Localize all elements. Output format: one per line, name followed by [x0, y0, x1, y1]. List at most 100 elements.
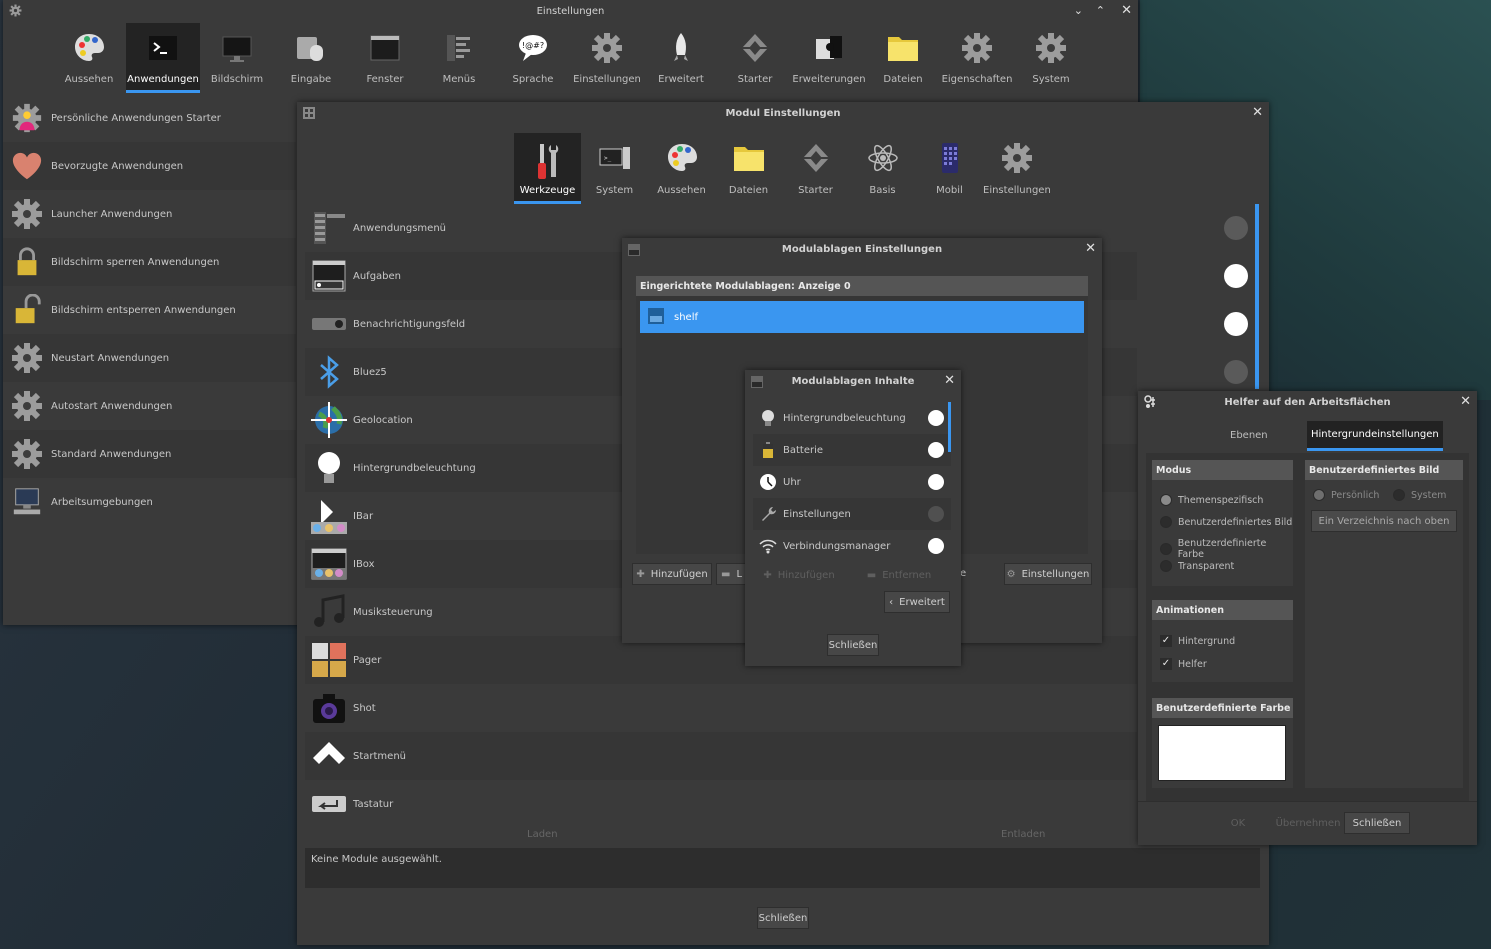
content-item[interactable]: Einstellungen — [753, 498, 951, 530]
list-item[interactable]: Bildschirm entsperren Anwendungen — [3, 286, 296, 334]
toolbar-button-eigenschaften[interactable]: Eigenschaften — [940, 23, 1014, 93]
shelf-settings-button[interactable]: ⚙ Einstellungen — [1004, 563, 1092, 585]
content-toggle[interactable] — [928, 474, 944, 490]
close-icon[interactable]: ✕ — [1085, 242, 1096, 256]
content-item[interactable]: Batterie — [753, 434, 951, 466]
tab-ebenen[interactable]: Ebenen — [1230, 430, 1268, 441]
gear-icon — [3, 197, 51, 231]
toolbar-button-einstellungen[interactable]: Einstellungen — [570, 23, 644, 93]
modus-panel: Modus Themenspezifisch Benutzerdefiniert… — [1152, 460, 1293, 586]
close-icon[interactable]: ✕ — [1252, 106, 1263, 120]
list-item[interactable]: Persönliche Anwendungen Starter — [3, 94, 296, 142]
settings-titlebar[interactable]: Einstellungen ⌄ ⌃ ✕ — [3, 0, 1138, 22]
gear-icon — [590, 31, 624, 68]
toolbar-button-anwendungen[interactable]: Anwendungen — [126, 23, 200, 93]
list-item[interactable]: Standard Anwendungen — [3, 430, 296, 478]
module-label: IBar — [353, 510, 374, 522]
module-toggle[interactable] — [1224, 264, 1248, 288]
unload-button[interactable]: Entladen — [1001, 829, 1045, 840]
list-item[interactable]: Neustart Anwendungen — [3, 334, 296, 382]
list-item[interactable]: Bevorzugte Anwendungen — [3, 142, 296, 190]
content-item[interactable]: Verbindungsmanager — [753, 530, 951, 562]
color-swatch[interactable] — [1158, 725, 1286, 781]
content-toggle[interactable] — [928, 538, 944, 554]
close-icon[interactable]: ✕ — [1460, 395, 1471, 409]
radio-custom-color[interactable]: Benutzerdefinierte Farbe — [1160, 538, 1293, 560]
close-icon[interactable]: ✕ — [944, 374, 955, 388]
list-item-label: Neustart Anwendungen — [51, 352, 170, 364]
list-item[interactable]: Arbeitsumgebungen — [3, 478, 296, 526]
toolbar-button-sprache[interactable]: !@#? Sprache — [496, 23, 570, 93]
toolbar-button-system[interactable]: System — [1014, 23, 1088, 93]
checkbox-helfer[interactable]: ✓ Helfer — [1160, 658, 1207, 670]
module-toggle[interactable] — [1224, 216, 1248, 240]
toolbar-button-aussehen[interactable]: Aussehen — [648, 133, 715, 204]
list-item[interactable]: Autostart Anwendungen — [3, 382, 296, 430]
toolbar-button-starter[interactable]: Starter — [782, 133, 849, 204]
toolbar-button-aussehen[interactable]: Aussehen — [52, 23, 126, 93]
add-content-button[interactable]: ✚ Hinzufügen — [755, 564, 843, 586]
toolbar-button-dateien[interactable]: Dateien — [715, 133, 782, 204]
toolbar-button-werkzeuge[interactable]: Werkzeuge — [514, 133, 581, 204]
advanced-button[interactable]: ‹ Erweitert — [884, 591, 950, 613]
svg-text:!@#?: !@#? — [522, 41, 544, 50]
radio-transparent[interactable]: Transparent — [1160, 560, 1234, 572]
module-row[interactable]: Shot — [305, 684, 1137, 732]
chevron-up-icon[interactable]: ⌃ — [1096, 4, 1105, 18]
remove-content-button[interactable]: ▬ Entfernen — [855, 564, 943, 586]
toolbar-button-starter[interactable]: Starter — [718, 23, 792, 93]
toolbar-button-erweiterungen[interactable]: Erweiterungen — [792, 23, 866, 93]
content-toggle[interactable] — [928, 410, 944, 426]
module-row[interactable]: Startmenü — [305, 732, 1137, 780]
contents-titlebar[interactable]: Modulablagen Inhalte ✕ — [745, 370, 961, 392]
modul-titlebar[interactable]: Modul Einstellungen ✕ — [297, 102, 1269, 124]
list-item[interactable]: Launcher Anwendungen — [3, 190, 296, 238]
close-button[interactable]: Schließen — [827, 634, 879, 656]
toolbar-button-einstellungen[interactable]: Einstellungen — [983, 133, 1051, 204]
toolbar-button-basis[interactable]: Basis — [849, 133, 916, 204]
directory-up-button[interactable]: Ein Verzeichnis nach oben — [1311, 510, 1457, 532]
module-list-scrollbar[interactable] — [1255, 204, 1259, 389]
list-item-label: Launcher Anwendungen — [51, 208, 173, 220]
load-button[interactable]: Laden — [527, 829, 558, 840]
toolbar-button-eingabe[interactable]: Eingabe — [274, 23, 348, 93]
toolbar-button-bildschirm[interactable]: Bildschirm — [200, 23, 274, 93]
toolbar-button-men-s[interactable]: Menüs — [422, 23, 496, 93]
close-button[interactable]: Schließen — [1344, 812, 1410, 834]
list-item[interactable]: Bildschirm sperren Anwendungen — [3, 238, 296, 286]
content-item[interactable]: Hintergrundbeleuchtung — [753, 402, 951, 434]
content-toggle[interactable] — [928, 442, 944, 458]
small-lightbulb-icon — [753, 409, 783, 427]
chevron-down-icon[interactable]: ⌄ — [1074, 4, 1083, 18]
shelf-item[interactable]: shelf — [640, 301, 1084, 333]
module-row[interactable]: Pager — [305, 636, 1137, 684]
checkbox-hintergrund[interactable]: ✓ Hintergrund — [1160, 635, 1235, 647]
toolbar-button-dateien[interactable]: Dateien — [866, 23, 940, 93]
radio-themenspezifisch[interactable]: Themenspezifisch — [1160, 494, 1263, 506]
user-gear-icon — [3, 102, 51, 134]
radio-persoenlich[interactable]: Persönlich — [1313, 489, 1379, 501]
content-toggle[interactable] — [928, 506, 944, 522]
tab-hintergrundeinstellungen[interactable]: Hintergrundeinstellungen — [1307, 421, 1443, 451]
module-toggle[interactable] — [1224, 312, 1248, 336]
radio-custom-image[interactable]: Benutzerdefiniertes Bild — [1160, 516, 1292, 528]
close-button[interactable]: Schließen — [757, 907, 809, 929]
ok-button[interactable]: OK — [1222, 812, 1254, 834]
content-item[interactable]: Uhr — [753, 466, 951, 498]
close-icon[interactable]: ✕ — [1121, 4, 1132, 18]
module-row[interactable]: Tastatur — [305, 780, 1137, 828]
toolbar-button-system[interactable]: >_ System — [581, 133, 648, 204]
toolbar-button-erweitert[interactable]: Erweitert — [644, 23, 718, 93]
radio-system[interactable]: System — [1393, 489, 1446, 501]
bluetooth-icon — [305, 354, 353, 390]
toolbar-button-fenster[interactable]: Fenster — [348, 23, 422, 93]
module-toggle[interactable] — [1224, 360, 1248, 384]
contents-scrollbar[interactable] — [948, 402, 951, 452]
shelf-titlebar[interactable]: Modulablagen Einstellungen ✕ — [622, 238, 1102, 260]
toolbar-button-mobil[interactable]: Mobil — [916, 133, 983, 204]
helper-titlebar[interactable]: Helfer auf den Arbeitsflächen ✕ — [1138, 391, 1477, 413]
add-shelf-button[interactable]: ✚ Hinzufügen — [632, 563, 712, 585]
apply-button[interactable]: Übernehmen — [1276, 812, 1341, 834]
menu-module-icon — [305, 210, 353, 246]
remove-shelf-button[interactable]: ▬ L — [716, 563, 746, 585]
